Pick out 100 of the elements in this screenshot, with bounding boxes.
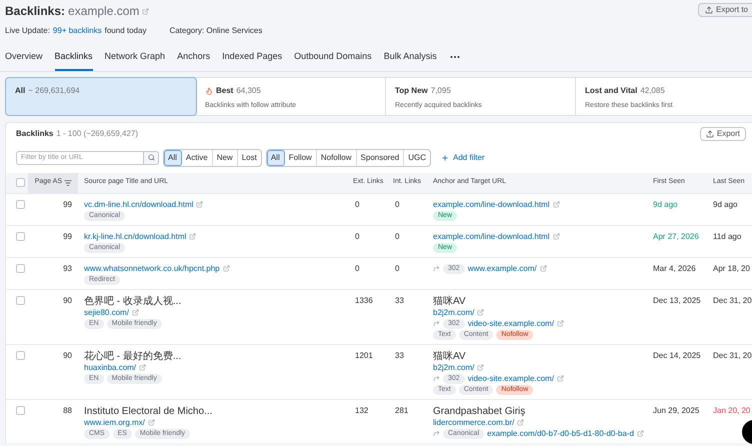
- redirect-target-link[interactable]: video-site.example.com/: [468, 374, 554, 384]
- last-seen-date: 9d ago: [713, 200, 738, 208]
- last-seen-date: Apr 18, 20: [713, 264, 750, 272]
- page-as-value: 88: [63, 406, 72, 414]
- ext-links-value: 1201: [355, 350, 373, 360]
- first-seen-date: Dec 13, 2025: [653, 296, 701, 304]
- int-links-value: 33: [395, 296, 404, 304]
- redirect-target-link[interactable]: www.example.com/: [468, 264, 537, 274]
- external-link-icon: [142, 8, 150, 14]
- filter-toggle[interactable]: Nofollow: [316, 150, 357, 166]
- nav-tab[interactable]: Overview: [5, 49, 43, 70]
- card-count: 64,305: [236, 84, 261, 96]
- target-link[interactable]: example.com/line-download.html: [433, 232, 550, 242]
- source-link[interactable]: www.iem.org.mx/: [84, 418, 145, 428]
- ext-links-value: 132: [355, 406, 368, 414]
- external-link-icon: [556, 320, 564, 327]
- backlinks-link[interactable]: 99+ backlinks: [52, 25, 102, 37]
- first-seen-date: Mar 4, 2026: [653, 264, 696, 272]
- source-title: Instituto Electoral de Micho...: [84, 406, 212, 416]
- row-checkbox[interactable]: [16, 200, 25, 208]
- filter-toggle[interactable]: UGC: [404, 150, 430, 166]
- card-count: ~ 269,631,694: [28, 84, 80, 96]
- redirect-arrow-icon: [433, 265, 440, 272]
- filter-toggle[interactable]: Sponsored: [356, 150, 404, 166]
- anchor-text: Grandpashabet Giriş: [433, 406, 526, 416]
- page-as-value: 99: [63, 200, 72, 208]
- nav-tab[interactable]: Network Graph: [104, 49, 166, 70]
- redirect-target-link[interactable]: video-site.example.com/: [468, 318, 554, 328]
- filter-toggle[interactable]: Lost: [238, 150, 261, 166]
- ext-links-value: 1336: [355, 296, 373, 304]
- target-link[interactable]: b2j2m.com/: [433, 308, 474, 318]
- source-link[interactable]: www.whatsonnetwork.co.uk/hpcnt.php: [84, 264, 220, 274]
- redirect-arrow-icon: [433, 375, 440, 382]
- first-seen-date: Jun 29, 2025: [653, 406, 700, 414]
- search-button[interactable]: [144, 150, 159, 164]
- target-link[interactable]: lidercommerce.com.br/: [433, 418, 514, 428]
- page-as-value: 90: [63, 296, 72, 304]
- external-link-icon: [222, 265, 230, 272]
- nav-tab[interactable]: Backlinks: [54, 49, 93, 70]
- export-button[interactable]: Export: [700, 126, 746, 140]
- target-link[interactable]: example.com/line-download.html: [433, 200, 550, 210]
- target-link[interactable]: b2j2m.com/: [433, 362, 474, 372]
- last-seen-date: 11d ago: [713, 232, 742, 240]
- category-text: Category: Online Services: [169, 25, 262, 37]
- filter-toggle[interactable]: All: [266, 150, 285, 166]
- ext-links-value: 0: [355, 264, 360, 272]
- filter-toggle[interactable]: Follow: [284, 150, 317, 166]
- source-link[interactable]: sejie80.com/: [84, 308, 129, 318]
- nav-tab[interactable]: Outbound Domains: [294, 49, 372, 70]
- redirect-target-link[interactable]: example.com/d0-b7-d0-b5-d1-80-d0-ba-d: [487, 428, 634, 438]
- redirect-arrow-icon: [433, 320, 440, 327]
- result-range: 1 - 100 (~269,659,427): [56, 128, 138, 140]
- external-link-icon: [556, 375, 564, 382]
- filter-toggle[interactable]: All: [164, 150, 182, 166]
- page-title: Backlinks:: [5, 3, 66, 20]
- source-title: 花心吧 - 最好的免费...: [84, 350, 182, 362]
- row-checkbox[interactable]: [16, 406, 25, 414]
- search-icon: [148, 154, 154, 161]
- card-label: Lost and Vital: [585, 84, 638, 96]
- redirect-arrow-icon: [433, 430, 440, 437]
- live-update-label: Live Update:: [5, 25, 50, 37]
- int-links-value: 0: [395, 200, 400, 208]
- nav-tab[interactable]: Bulk Analysis: [384, 49, 437, 70]
- row-checkbox[interactable]: [16, 350, 25, 360]
- filter-toggle[interactable]: New: [212, 150, 238, 166]
- select-all-checkbox[interactable]: [16, 178, 25, 187]
- external-link-icon: [636, 430, 644, 437]
- nav-tab[interactable]: Anchors: [177, 49, 210, 70]
- filter-toggle[interactable]: Active: [182, 150, 213, 166]
- source-link[interactable]: vc.dm-line.hl.cn/download.html: [84, 200, 194, 210]
- sort-icon: [64, 178, 72, 186]
- nav-tab[interactable]: Indexed Pages: [222, 49, 282, 70]
- external-link-icon: [148, 419, 155, 426]
- external-link-icon: [517, 419, 524, 426]
- row-checkbox[interactable]: [16, 296, 25, 304]
- plus-icon: [441, 154, 450, 162]
- add-filter-button[interactable]: Add filter: [441, 152, 485, 164]
- source-link[interactable]: huaxinba.com/: [84, 362, 136, 372]
- anchor-text: 猫咪AV: [433, 350, 466, 362]
- external-link-icon: [477, 364, 484, 371]
- ext-links-value: 0: [355, 200, 360, 208]
- last-seen-date: Jan 20, 20: [713, 406, 750, 414]
- source-link[interactable]: kr.kj-line.hl.cn/download.html: [84, 232, 186, 242]
- upload-icon: [704, 6, 713, 14]
- external-link-icon: [189, 233, 196, 240]
- card-label: All: [15, 84, 26, 96]
- first-seen-date: Apr 27, 2026: [653, 232, 699, 240]
- row-checkbox[interactable]: [16, 264, 25, 272]
- row-checkbox[interactable]: [16, 232, 25, 240]
- summary-card[interactable]: All ~ 269,631,694: [6, 78, 196, 114]
- external-link-icon: [552, 201, 560, 208]
- card-count: 7,095: [430, 84, 451, 96]
- source-title: 色界吧 - 收录成人视...: [84, 296, 182, 306]
- page-as-value: 99: [63, 232, 72, 240]
- card-label: Top New: [395, 84, 428, 96]
- export-button[interactable]: Export to: [698, 3, 752, 17]
- upload-icon: [706, 130, 714, 138]
- last-seen-date: Dec 31, 20: [713, 296, 752, 304]
- int-links-value: 0: [395, 232, 400, 240]
- live-update-text: found today: [104, 25, 146, 37]
